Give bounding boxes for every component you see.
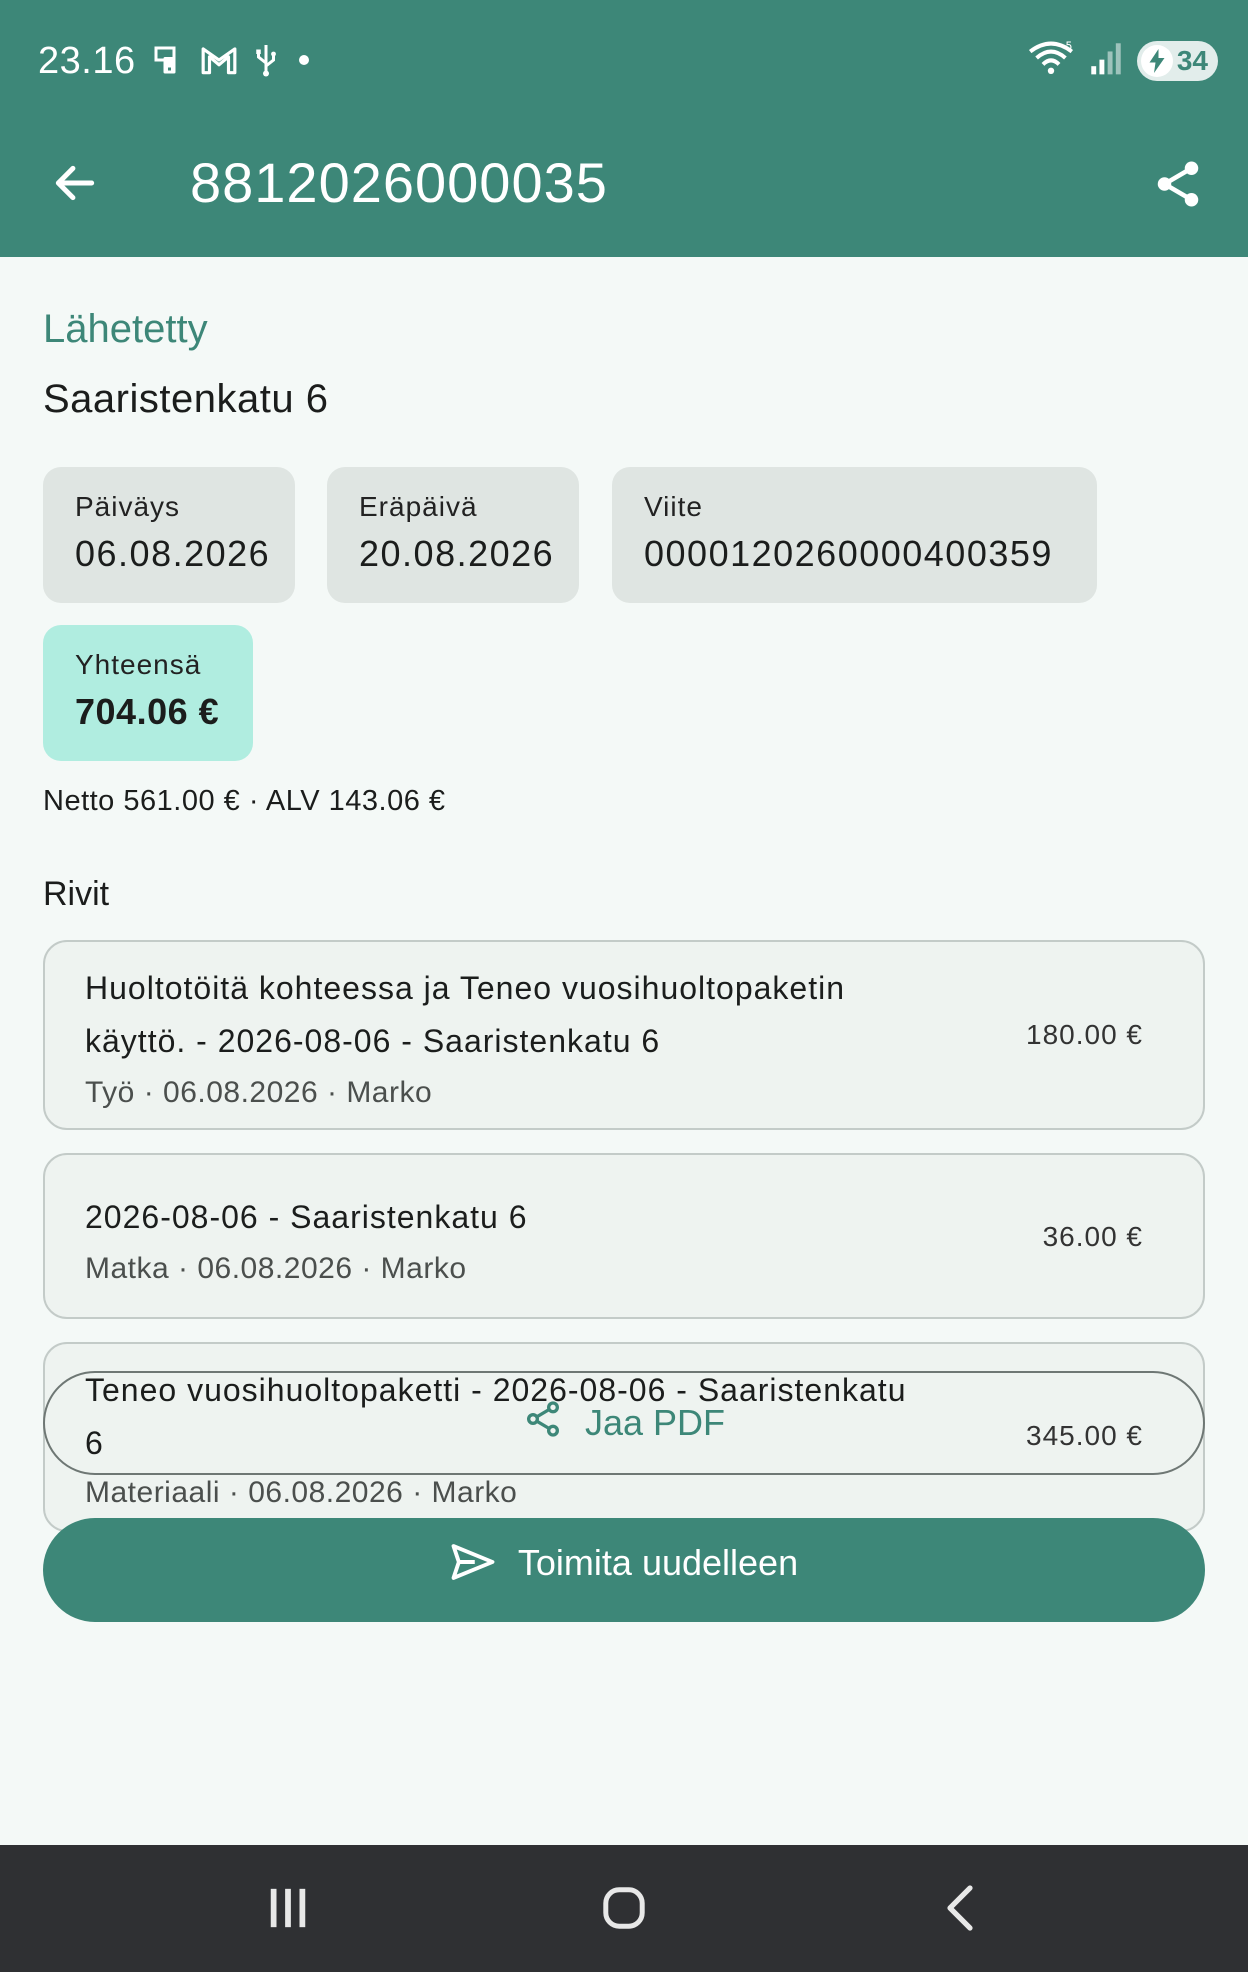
share-icon — [523, 1399, 563, 1448]
total-label: Yhteensä — [75, 649, 202, 680]
share-icon — [1151, 157, 1205, 216]
recent-apps-icon — [266, 1885, 310, 1936]
row-amount: 180.00 € — [1026, 1019, 1143, 1050]
phone-notification-icon — [150, 42, 186, 83]
row-meta: Työ · 06.08.2026 · Marko — [85, 1076, 433, 1109]
row-description: 2026-08-06 - Saaristenkatu 6 — [85, 1191, 985, 1244]
rows-heading: Rivit — [43, 875, 110, 913]
status-bar: 23.16 5 34 — [0, 0, 1248, 120]
row-description-line: Huoltotöitä kohteessa ja Teneo vuosihuol… — [85, 970, 846, 1006]
row-description-line: käyttö. - 2026-08-06 - Saaristenkatu 6 — [85, 1023, 661, 1059]
date-value: 06.08.2026 — [75, 533, 271, 574]
system-nav-bar — [0, 1845, 1248, 1972]
resend-button[interactable]: Toimita uudelleen — [43, 1518, 1205, 1622]
usb-icon — [252, 42, 280, 83]
gmail-icon — [200, 44, 238, 81]
send-icon — [450, 1542, 496, 1591]
dot-icon — [294, 50, 314, 75]
svg-text:5: 5 — [1065, 40, 1072, 53]
total-chip: Yhteensä 704.06 € — [43, 625, 253, 761]
signal-icon — [1089, 40, 1123, 81]
due-date-label: Eräpäivä — [359, 491, 478, 522]
battery-level: 34 — [1176, 44, 1208, 76]
back-nav-button[interactable] — [920, 1875, 1000, 1945]
wifi-icon: 5 — [1027, 38, 1075, 83]
reference-label: Viite — [644, 491, 703, 522]
battery-charging-icon: 34 — [1136, 40, 1218, 81]
status-icons-right: 5 34 — [1027, 38, 1218, 83]
share-pdf-button[interactable]: Jaa PDF — [43, 1371, 1205, 1475]
recent-apps-button[interactable] — [248, 1875, 328, 1945]
due-date-chip: Eräpäivä 20.08.2026 — [327, 467, 579, 603]
home-icon — [601, 1885, 647, 1936]
reference-chip: Viite 0000120260000400359 — [612, 467, 1097, 603]
page-title: 8812026000035 — [190, 151, 608, 214]
app-bar: 23.16 5 34 8812026000035 — [0, 0, 1248, 257]
row-meta: Matka · 06.08.2026 · Marko — [85, 1252, 467, 1285]
row-amount: 36.00 € — [1042, 1221, 1143, 1252]
reference-value: 0000120260000400359 — [644, 533, 1053, 574]
share-button[interactable] — [1140, 148, 1216, 224]
invoice-row[interactable]: Huoltotöitä kohteessa ja Teneo vuosihuol… — [43, 940, 1205, 1130]
row-meta: Materiaali · 06.08.2026 · Marko — [85, 1476, 518, 1509]
total-value: 704.06 € — [75, 691, 220, 732]
row-description: Huoltotöitä kohteessa ja Teneo vuosihuol… — [85, 962, 985, 1068]
chevron-left-icon — [943, 1884, 977, 1937]
share-pdf-label: Jaa PDF — [584, 1402, 726, 1443]
invoice-row[interactable]: 2026-08-06 - Saaristenkatu 6 Matka · 06.… — [43, 1153, 1205, 1319]
due-date-value: 20.08.2026 — [359, 533, 555, 574]
invoice-address: Saaristenkatu 6 — [43, 377, 329, 421]
invoice-status: Lähetetty — [43, 307, 208, 351]
status-time: 23.16 — [38, 40, 136, 82]
net-vat-summary: Netto 561.00 € · ALV 143.06 € — [43, 785, 446, 817]
status-icons-left — [150, 42, 314, 83]
resend-label: Toimita uudelleen — [517, 1542, 799, 1583]
back-button[interactable] — [40, 150, 110, 220]
home-button[interactable] — [584, 1875, 664, 1945]
row-description-line: 2026-08-06 - Saaristenkatu 6 — [85, 1199, 528, 1235]
arrow-back-icon — [50, 158, 100, 213]
date-chip: Päiväys 06.08.2026 — [43, 467, 295, 603]
date-label: Päiväys — [75, 491, 181, 522]
